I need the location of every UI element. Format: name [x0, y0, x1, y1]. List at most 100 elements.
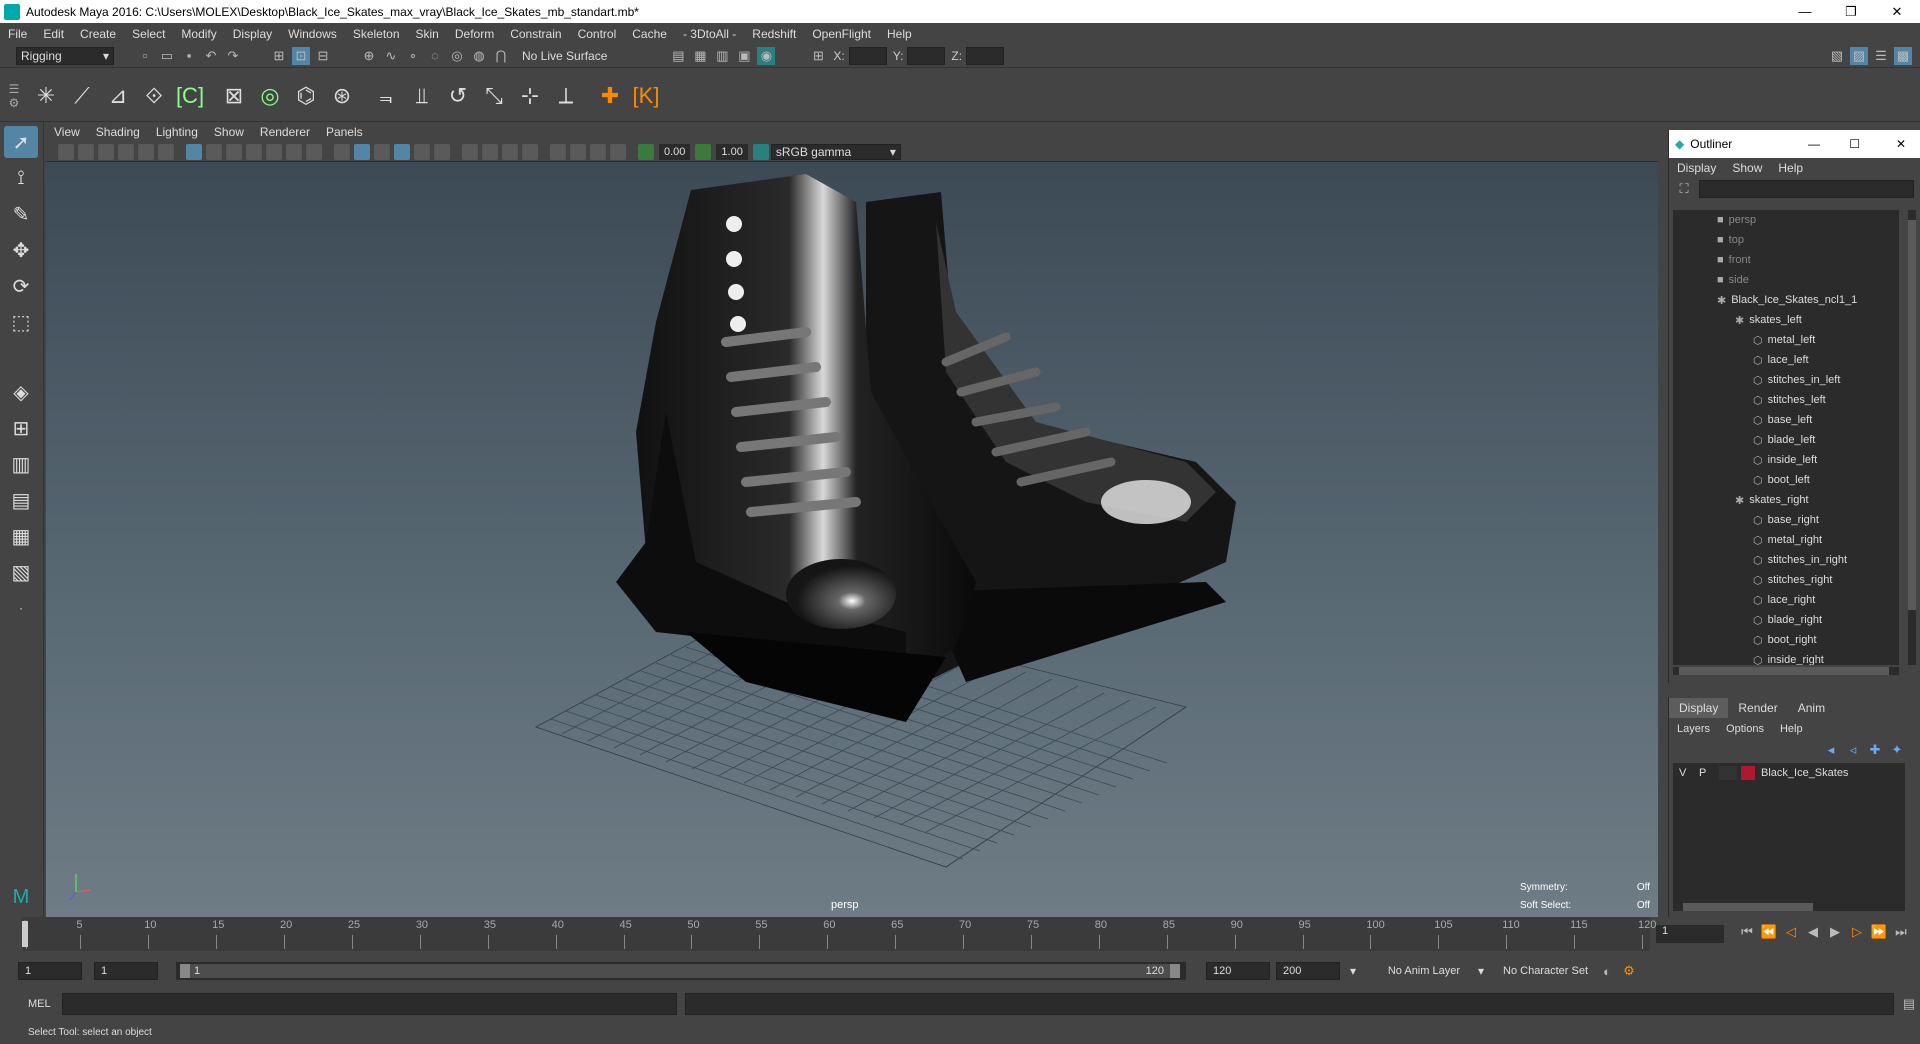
ambient-occlusion-icon[interactable]	[482, 143, 498, 160]
new-scene-icon[interactable]: ▫	[136, 47, 154, 65]
go-to-start-icon[interactable]: ⏮	[1738, 923, 1756, 941]
layer-visibility-toggle[interactable]: V	[1679, 767, 1699, 779]
lattice-icon[interactable]: ⊠	[219, 81, 249, 111]
outliner-menu-help[interactable]: Help	[1770, 161, 1811, 175]
step-back-icon[interactable]: ⏪	[1760, 923, 1778, 941]
image-plane-icon[interactable]	[118, 143, 134, 160]
menu-edit[interactable]: Edit	[35, 27, 72, 41]
shadows-icon[interactable]	[462, 143, 478, 160]
wire-icon[interactable]: ⊛	[327, 81, 357, 111]
menu-skin[interactable]: Skin	[408, 27, 447, 41]
outliner-item[interactable]: ⬡ lace_right	[1673, 590, 1899, 610]
point-constraint-icon[interactable]: ⫫	[407, 81, 437, 111]
outliner-item[interactable]: ⬡ lace_left	[1673, 350, 1899, 370]
menu-openflight[interactable]: OpenFlight	[804, 27, 879, 41]
exposure-field[interactable]: 0.00	[659, 143, 691, 160]
outliner-close-button[interactable]: ✕	[1896, 137, 1906, 151]
range-slider[interactable]: 1 120	[176, 962, 1186, 980]
outliner-item[interactable]: ⬡ blade_right	[1673, 610, 1899, 630]
outliner-item[interactable]: ⬡ inside_left	[1673, 450, 1899, 470]
scene-end-field[interactable]: 200	[1276, 962, 1340, 980]
skin-bind-icon[interactable]: ⟐	[139, 81, 169, 111]
move-layer-down-icon[interactable]: ◃	[1844, 741, 1862, 759]
safe-title-icon[interactable]	[306, 143, 322, 160]
channel-box-icon[interactable]: ▩	[1894, 47, 1912, 65]
layout-extra-icon[interactable]: ·	[4, 592, 38, 624]
outliner-item[interactable]: ⬡ stitches_in_right	[1673, 550, 1899, 570]
outliner-item[interactable]: ⬡ base_right	[1673, 510, 1899, 530]
outliner-search-input[interactable]	[1699, 180, 1914, 198]
aim-constraint-icon[interactable]: ⊹	[515, 81, 545, 111]
lasso-tool-icon[interactable]: ⟟	[4, 162, 38, 194]
menu-constrain[interactable]: Constrain	[502, 27, 569, 41]
outliner-item[interactable]: ⬡ metal_left	[1673, 330, 1899, 350]
default-material-icon[interactable]	[374, 143, 390, 160]
playback-end-field[interactable]: 120	[1206, 962, 1270, 980]
new-layer-selected-icon[interactable]: ✦	[1888, 741, 1906, 759]
layer-playback-toggle[interactable]: P	[1699, 767, 1719, 779]
joint-tool-icon[interactable]: ✳	[31, 81, 61, 111]
outliner-item[interactable]: ⬡ stitches_right	[1673, 570, 1899, 590]
outliner-item[interactable]: ✱ Black_Ice_Skates_ncl1_1	[1673, 290, 1899, 310]
outliner-item[interactable]: ■ side	[1673, 270, 1899, 290]
sculpt-icon[interactable]: ◎	[255, 81, 285, 111]
outliner-item[interactable]: ✱ skates_right	[1673, 490, 1899, 510]
gate-mask-icon[interactable]	[246, 143, 262, 160]
layer-menu-help[interactable]: Help	[1772, 723, 1811, 735]
layer-menu-options[interactable]: Options	[1718, 723, 1772, 735]
step-forward-icon[interactable]: ⏩	[1870, 923, 1888, 941]
open-scene-icon[interactable]: ▭	[158, 47, 176, 65]
camera-attr-icon[interactable]	[78, 143, 94, 160]
menu-select[interactable]: Select	[124, 27, 173, 41]
step-forward-key-icon[interactable]: ▷	[1848, 923, 1866, 941]
step-back-key-icon[interactable]: ◁	[1782, 923, 1800, 941]
go-to-end-icon[interactable]: ⏭	[1892, 923, 1910, 941]
new-layer-icon[interactable]: ✚	[1866, 741, 1884, 759]
orient-constraint-icon[interactable]: ↺	[443, 81, 473, 111]
layer-row[interactable]: V P Black_Ice_Skates	[1673, 763, 1905, 783]
menu-windows[interactable]: Windows	[280, 27, 345, 41]
vp-menu-panels[interactable]: Panels	[318, 125, 371, 139]
y-field[interactable]	[907, 46, 946, 65]
character-set-dropdown[interactable]: ▾ No Character Set	[1474, 962, 1592, 980]
select-object-icon[interactable]: ⊡	[292, 46, 310, 65]
colorspace-dropdown[interactable]: sRGB gamma ▾	[770, 143, 901, 160]
exposure-icon[interactable]	[638, 143, 654, 160]
script-editor-icon[interactable]: ▤	[1900, 995, 1918, 1013]
range-slider-handle-end[interactable]	[1170, 964, 1180, 978]
outliner-item[interactable]: ⬡ boot_right	[1673, 630, 1899, 650]
menu-help[interactable]: Help	[879, 27, 920, 41]
wireframe-icon[interactable]	[334, 143, 350, 160]
play-backward-icon[interactable]: ◀	[1804, 923, 1822, 941]
menu-file[interactable]: File	[0, 27, 35, 41]
save-scene-icon[interactable]: ▪	[180, 47, 198, 65]
four-view-icon[interactable]: ⊞	[4, 412, 38, 444]
play-forward-icon[interactable]: ▶	[1826, 923, 1844, 941]
field-chart-icon[interactable]	[266, 143, 282, 160]
hypershade-persp-icon[interactable]: ▧	[4, 556, 38, 588]
motion-blur-icon[interactable]	[502, 143, 518, 160]
restore-button[interactable]: ❐	[1828, 0, 1874, 23]
select-hierarchy-icon[interactable]: ⊞	[270, 47, 288, 65]
outliner-persp-icon[interactable]: ▤	[4, 484, 38, 516]
outliner-item[interactable]: ⬡ blade_left	[1673, 430, 1899, 450]
move-tool-icon[interactable]: ✥	[4, 234, 38, 266]
shelf-tab-icon[interactable]: ☰	[9, 82, 20, 96]
tab-render[interactable]: Render	[1728, 698, 1787, 718]
outliner-item[interactable]: ⬡ stitches_left	[1673, 390, 1899, 410]
ik-handle-icon[interactable]: ⟋	[67, 81, 97, 111]
pole-vector-icon[interactable]: ⟂	[551, 81, 581, 111]
menu-redshift[interactable]: Redshift	[744, 27, 804, 41]
wrap-icon[interactable]: ⌬	[291, 81, 321, 111]
menu-create[interactable]: Create	[72, 27, 124, 41]
menu-set-dropdown[interactable]: Rigging ▾	[16, 46, 114, 65]
viewport-persp[interactable]: persp Symmetry: Off Soft Select: Off	[46, 162, 1658, 917]
rotate-tool-icon[interactable]: ⟳	[4, 270, 38, 302]
xray-icon[interactable]	[570, 143, 586, 160]
grease-pencil-icon[interactable]	[158, 143, 174, 160]
modeling-toolkit-icon[interactable]: ▧	[1828, 47, 1846, 65]
current-time-marker[interactable]	[22, 921, 28, 947]
z-field[interactable]	[966, 46, 1005, 65]
ipr-render-icon[interactable]: ▦	[691, 47, 709, 65]
outliner-vscrollbar[interactable]	[1908, 210, 1916, 665]
